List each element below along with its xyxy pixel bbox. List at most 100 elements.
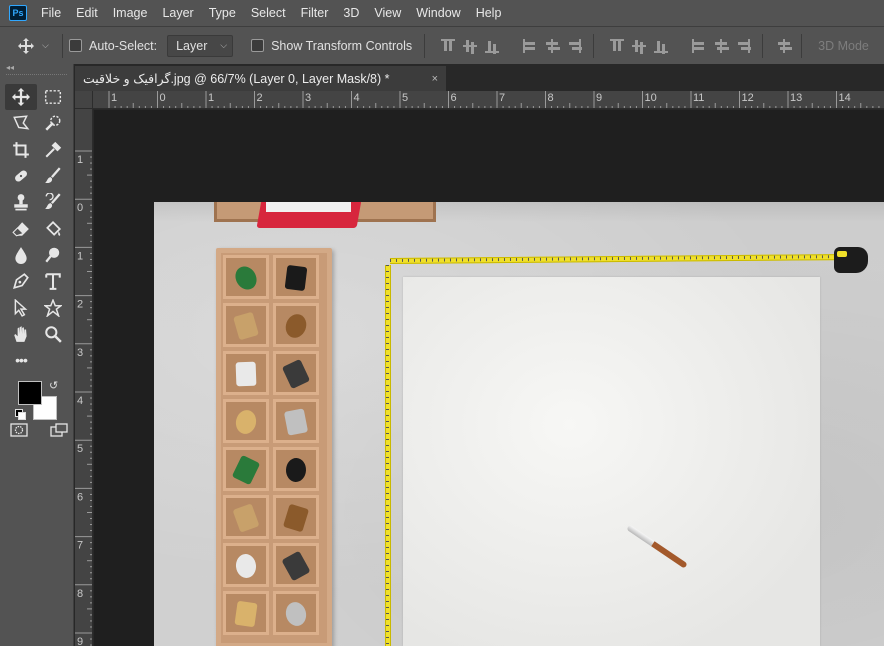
align-bottom-edges-icon[interactable]: [485, 39, 500, 53]
blur-tool-icon[interactable]: [5, 242, 37, 268]
ruler-label: 8: [548, 92, 554, 104]
clone-stamp-tool-icon[interactable]: [5, 189, 37, 215]
shelf-item: [283, 408, 309, 436]
distribute-top-edges-icon[interactable]: [610, 38, 625, 53]
options-bar: ⌵ Auto-Select: Layer ⌵ Show Transform Co…: [0, 26, 884, 64]
ruler-label: 1: [77, 154, 83, 166]
ruler-ticks: 1 0 1 2 3 4 5 6 7 8 9: [75, 150, 92, 646]
menu-window[interactable]: Window: [416, 6, 460, 20]
collapse-panel-icon[interactable]: ◂◂: [0, 64, 73, 74]
history-brush-tool-icon[interactable]: [37, 189, 69, 215]
divider: [424, 33, 426, 58]
align-left-edges-icon[interactable]: [523, 38, 537, 53]
ruler-label: 4: [354, 92, 360, 104]
align-right-edges-icon[interactable]: [567, 38, 582, 53]
paper-sheet: [266, 202, 351, 212]
show-transform-label: Show Transform Controls: [271, 38, 413, 53]
eraser-tool-icon[interactable]: [5, 215, 37, 241]
show-transform-checkbox[interactable]: [251, 39, 265, 52]
ruler-label: 1: [111, 92, 117, 104]
ruler-label: 9: [596, 92, 602, 104]
hand-tool-icon[interactable]: [5, 321, 37, 347]
default-colors-icon[interactable]: [15, 409, 26, 421]
menu-select[interactable]: Select: [251, 6, 286, 20]
chevron-down-icon: ⌵: [220, 40, 228, 50]
ruler-label: 9: [77, 636, 83, 646]
type-tool-icon[interactable]: [37, 268, 69, 294]
shelf-item: [281, 358, 311, 390]
lasso-tool-icon[interactable]: [5, 110, 37, 136]
brush-tool-icon[interactable]: [37, 163, 69, 189]
shelf-item: [232, 503, 260, 533]
canvas-area[interactable]: [94, 110, 884, 646]
menu-image[interactable]: Image: [113, 6, 148, 20]
divider: [62, 33, 63, 58]
shelf-item: [281, 550, 311, 582]
ruler-label: 0: [160, 92, 166, 104]
document-tab-title: گرافیک و خلاقیت.jpg @ 66/7% (Layer 0, La…: [83, 72, 390, 86]
move-tool-icon[interactable]: [5, 84, 37, 111]
distribute-right-edges-icon[interactable]: [736, 38, 751, 53]
shelf-item: [234, 600, 258, 628]
distribute-horizontal-centers-icon[interactable]: [714, 38, 728, 53]
menu-help[interactable]: Help: [476, 6, 502, 20]
eyedropper-tool-icon[interactable]: [37, 137, 69, 163]
shelf-cell: [273, 591, 319, 635]
distribute-bottom-edges-icon[interactable]: [654, 39, 669, 53]
shelf-cell: [273, 255, 319, 299]
menu-bar: Ps File Edit Image Layer Type Select Fil…: [0, 0, 884, 26]
shelf-item: [235, 361, 257, 387]
ruler-label: 4: [77, 395, 83, 407]
shelf-item: [233, 408, 259, 436]
menu-layer[interactable]: Layer: [162, 6, 193, 20]
shelf-item: [283, 599, 309, 629]
ruler-label: 2: [257, 92, 263, 104]
healing-brush-tool-icon[interactable]: [5, 163, 37, 189]
close-icon[interactable]: ×: [432, 73, 438, 85]
auto-align-layers-icon[interactable]: [777, 38, 791, 53]
path-selection-tool-icon[interactable]: [5, 294, 37, 320]
menu-view[interactable]: View: [374, 6, 401, 20]
ruler-label: 7: [77, 540, 83, 552]
swap-colors-icon[interactable]: ↺: [49, 379, 58, 392]
shelf-item: [284, 264, 308, 292]
auto-select-label: Auto-Select:: [89, 38, 158, 53]
marquee-tool-icon[interactable]: [37, 84, 69, 110]
ruler-label: 1: [77, 250, 83, 262]
menu-file[interactable]: File: [41, 6, 61, 20]
vertical-ruler[interactable]: 1 0 1 2 3 4 5 6 7 8 9: [75, 109, 93, 646]
custom-shape-tool-icon[interactable]: [37, 294, 69, 320]
horizontal-ruler[interactable]: 1 0 1 2 3 4 5 6 7 8 9 10 11 12 13 14: [93, 91, 884, 109]
quick-selection-tool-icon[interactable]: [37, 110, 69, 136]
document-tab[interactable]: گرافیک و خلاقیت.jpg @ 66/7% (Layer 0, La…: [75, 66, 446, 91]
align-top-edges-icon[interactable]: [441, 38, 456, 53]
shelf-cell: [223, 495, 269, 539]
dropdown-value: Layer: [176, 38, 208, 53]
paint-bucket-tool-icon[interactable]: [37, 215, 69, 241]
crop-tool-icon[interactable]: [5, 137, 37, 163]
foreground-color-swatch[interactable]: [18, 381, 42, 406]
zoom-tool-icon[interactable]: [37, 321, 69, 347]
document-canvas[interactable]: [154, 202, 884, 646]
auto-select-checkbox[interactable]: [69, 39, 82, 52]
panel-grip[interactable]: [6, 74, 67, 80]
edit-toolbar-icon[interactable]: •••: [5, 347, 37, 373]
divider: [762, 33, 764, 58]
shelf-item: [285, 457, 307, 483]
shelf-cell: [223, 399, 269, 443]
distribute-left-edges-icon[interactable]: [692, 38, 706, 53]
distribute-vertical-centers-icon[interactable]: [632, 39, 647, 53]
shelf-cell: [223, 447, 269, 491]
color-swatches: ↺: [0, 379, 73, 429]
align-horizontal-centers-icon[interactable]: [545, 38, 559, 53]
tool-preset-picker[interactable]: ⌵: [0, 37, 56, 54]
menu-3d[interactable]: 3D: [343, 6, 359, 20]
dodge-tool-icon[interactable]: [37, 242, 69, 268]
ruler-origin[interactable]: [75, 91, 93, 109]
auto-select-target-dropdown[interactable]: Layer ⌵: [167, 34, 234, 57]
menu-type[interactable]: Type: [209, 6, 236, 20]
align-vertical-centers-icon[interactable]: [463, 39, 478, 53]
menu-filter[interactable]: Filter: [301, 6, 329, 20]
pen-tool-icon[interactable]: [5, 268, 37, 294]
menu-edit[interactable]: Edit: [76, 6, 98, 20]
